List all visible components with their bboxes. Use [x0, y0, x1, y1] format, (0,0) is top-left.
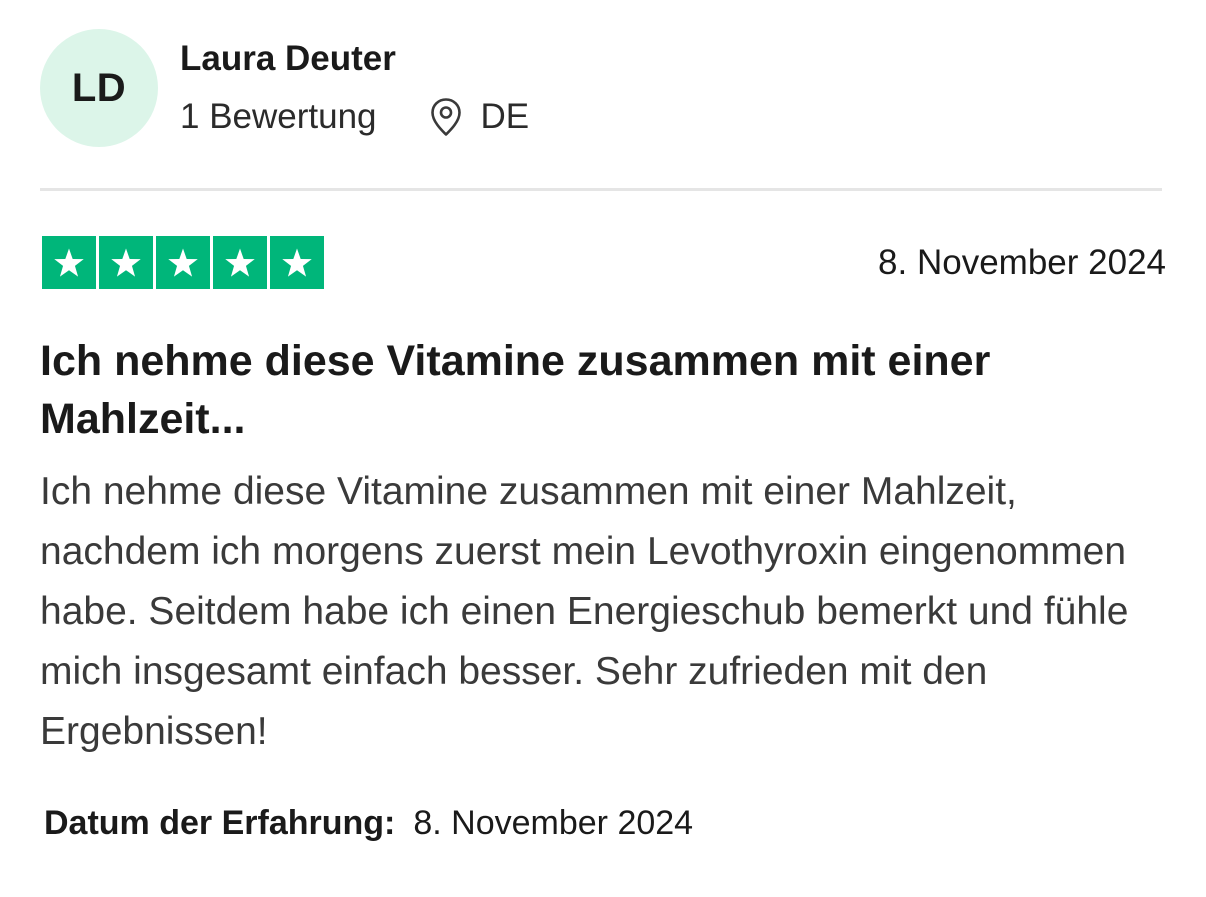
star-box [213, 236, 267, 289]
reviewer-info: Laura Deuter 1 Bewertung DE [180, 29, 529, 137]
experience-label: Datum der Erfahrung: [44, 804, 396, 842]
star-rating [42, 236, 324, 289]
location-pin-icon [430, 98, 461, 136]
review-card: LD Laura Deuter 1 Bewertung DE 8. Novemb… [0, 0, 1206, 897]
star-icon [111, 248, 141, 277]
star-box [99, 236, 153, 289]
reviewer-meta: 1 Bewertung DE [180, 97, 529, 137]
star-icon [225, 248, 255, 277]
star-icon [168, 248, 198, 277]
country-code: DE [480, 97, 530, 136]
star-icon [54, 248, 84, 277]
divider [40, 188, 1162, 191]
reviewer-location: DE [429, 97, 530, 137]
reviewer-header: LD Laura Deuter 1 Bewertung DE [40, 29, 529, 147]
review-count: 1 Bewertung [180, 97, 377, 136]
star-box [42, 236, 96, 289]
review-title[interactable]: Ich nehme diese Vitamine zusammen mit ei… [40, 332, 1170, 448]
avatar[interactable]: LD [40, 29, 158, 147]
experience-date: Datum der Erfahrung: 8. November 2024 [44, 802, 693, 844]
star-box [156, 236, 210, 289]
star-icon [282, 248, 312, 277]
review-date: 8. November 2024 [878, 243, 1166, 282]
star-box [270, 236, 324, 289]
reviewer-name[interactable]: Laura Deuter [180, 39, 529, 79]
review-body: Ich nehme diese Vitamine zusammen mit ei… [40, 470, 1129, 753]
experience-value: 8. November 2024 [413, 804, 694, 842]
